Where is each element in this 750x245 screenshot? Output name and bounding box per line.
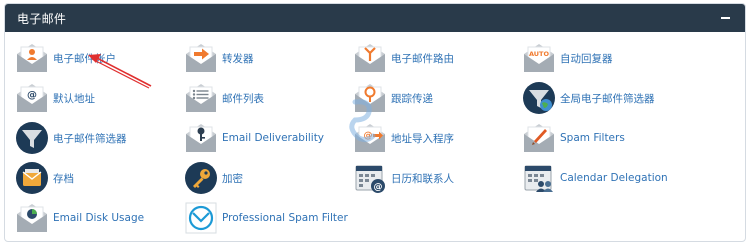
item-label: Calendar Delegation xyxy=(560,172,668,184)
forwarders-link[interactable]: 转发器 xyxy=(184,38,254,78)
email-filters-link[interactable]: 电子邮件筛选器 xyxy=(15,118,127,158)
spam-filter-icon xyxy=(524,124,554,152)
address-importer-link[interactable]: @ 地址导入程序 xyxy=(353,118,454,158)
item-label: Email Deliverability xyxy=(222,132,325,144)
default-address-link[interactable]: @ 默认地址 xyxy=(15,78,95,118)
mailing-list-icon xyxy=(186,84,216,112)
item-label: Spam Filters xyxy=(560,132,625,144)
minus-icon[interactable] xyxy=(717,10,733,26)
panel-title: 电子邮件 xyxy=(17,11,67,26)
mailing-lists-link[interactable]: 邮件列表 xyxy=(184,78,264,118)
track-delivery-link[interactable]: 跟踪传递 xyxy=(353,78,433,118)
disk-usage-icon xyxy=(17,204,47,232)
item-label: 日历和联系人 xyxy=(391,172,454,185)
address-importer-icon: @ xyxy=(355,124,385,152)
email-account-icon xyxy=(17,44,47,72)
item-label: 跟踪传递 xyxy=(391,92,433,105)
calendar-contacts-icon: @ xyxy=(355,165,385,193)
global-email-filters-link[interactable]: 全局电子邮件筛选器 xyxy=(522,78,655,118)
email-panel: 电子邮件 电子邮件帐户 转发器 电子邮件路由 AUTO 自动回复器 @ 默认地址… xyxy=(4,3,746,242)
email-deliverability-link[interactable]: Email Deliverability xyxy=(184,118,324,158)
encryption-link[interactable]: 加密 xyxy=(184,158,243,198)
default-address-icon: @ xyxy=(17,84,47,112)
item-label: 地址导入程序 xyxy=(391,132,454,145)
item-label: 加密 xyxy=(222,172,243,185)
track-delivery-icon xyxy=(355,84,385,112)
item-label: Email Disk Usage xyxy=(53,212,145,224)
item-label: 存档 xyxy=(53,172,74,185)
item-label: 电子邮件帐户 xyxy=(53,52,116,65)
email-disk-usage-link[interactable]: Email Disk Usage xyxy=(15,198,144,238)
item-label: 邮件列表 xyxy=(222,92,264,105)
calendars-contacts-link[interactable]: @ 日历和联系人 xyxy=(353,158,454,198)
panel-header: 电子邮件 xyxy=(5,4,745,32)
deliverability-icon xyxy=(186,124,216,152)
archive-link[interactable]: 存档 xyxy=(15,158,74,198)
item-label: 全局电子邮件筛选器 xyxy=(560,92,655,105)
item-label: 转发器 xyxy=(222,52,254,65)
item-label: 电子邮件路由 xyxy=(391,52,454,65)
autoresponder-icon: AUTO xyxy=(524,44,554,72)
item-label: 电子邮件筛选器 xyxy=(53,132,127,145)
svg-text:@: @ xyxy=(27,90,37,101)
email-accounts-link[interactable]: 电子邮件帐户 xyxy=(15,38,116,78)
archive-icon xyxy=(16,162,48,194)
email-filter-icon xyxy=(16,122,48,154)
pro-spam-filter-icon xyxy=(185,202,217,234)
item-label: 自动回复器 xyxy=(560,52,613,65)
encryption-icon xyxy=(185,162,217,194)
professional-spam-filter-link[interactable]: Professional Spam Filter xyxy=(184,198,348,238)
item-label: Professional Spam Filter xyxy=(222,212,348,224)
calendar-delegation-link[interactable]: Calendar Delegation xyxy=(522,158,668,198)
global-filter-icon xyxy=(523,82,555,114)
email-routing-link[interactable]: 电子邮件路由 xyxy=(353,38,454,78)
svg-text:@: @ xyxy=(374,183,383,193)
svg-text:AUTO: AUTO xyxy=(529,50,550,58)
forwarder-icon xyxy=(186,44,216,72)
spam-filters-link[interactable]: Spam Filters xyxy=(522,118,625,158)
calendar-delegation-icon xyxy=(524,165,553,192)
item-label: 默认地址 xyxy=(53,92,95,105)
email-routing-icon xyxy=(355,44,385,72)
svg-text:@: @ xyxy=(364,131,373,141)
autoresponders-link[interactable]: AUTO 自动回复器 xyxy=(522,38,613,78)
